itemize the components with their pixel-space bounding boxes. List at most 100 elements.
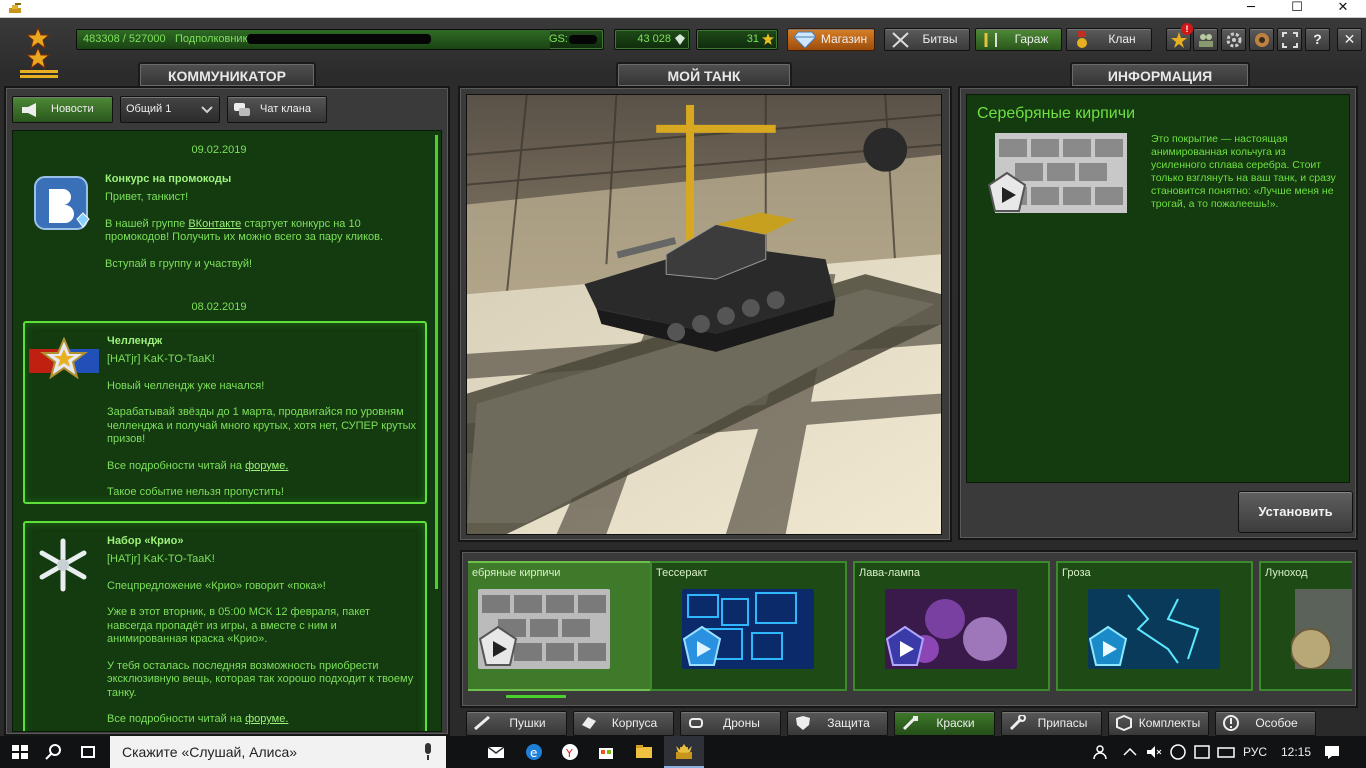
news-date: 09.02.2019 xyxy=(191,144,247,156)
people-icon[interactable] xyxy=(1092,742,1112,762)
category-tab-protection[interactable]: Защита xyxy=(787,711,888,736)
notifications-icon[interactable] xyxy=(1322,742,1342,762)
shop-button[interactable]: Магазин xyxy=(787,28,875,51)
tab-communicator: КОММУНИКАТОР xyxy=(138,62,316,88)
rank-name: Подполковник xyxy=(175,33,248,45)
news-body: [HATjr] KaK-TO-TaaK! Спецпредложение «Кр… xyxy=(107,553,417,727)
garage-tank-view[interactable] xyxy=(466,94,942,535)
channel-select[interactable]: Общий 1 xyxy=(120,96,220,123)
crystal-icon xyxy=(675,34,685,45)
settings-button[interactable] xyxy=(1221,28,1246,51)
news-text: В нашей группе xyxy=(105,217,189,230)
category-tab-kits[interactable]: Комплекты xyxy=(1108,711,1209,736)
clan-chat-button[interactable]: Чат клана xyxy=(227,96,327,123)
challenges-button[interactable]: ! xyxy=(1166,23,1193,51)
garage-button[interactable]: Гараж xyxy=(975,28,1062,51)
category-tab-paints[interactable]: Краски xyxy=(894,711,995,736)
news-author: [HATjr] KaK-TO-TaaK! xyxy=(107,553,215,565)
sound-button[interactable] xyxy=(1249,28,1274,51)
tray-app-icon[interactable] xyxy=(1192,742,1212,762)
news-scrollbar[interactable] xyxy=(435,135,438,589)
news-title: Конкурс на промокоды xyxy=(105,173,232,185)
shop-label: Магазин xyxy=(820,32,868,46)
snowflake-icon xyxy=(39,538,87,592)
news-body: Привет, танкист! В нашей группе ВКонтакт… xyxy=(105,191,419,271)
close-window-button[interactable]: ✕ xyxy=(1320,0,1366,18)
microphone-icon[interactable] xyxy=(422,743,434,761)
keyboard-icon[interactable] xyxy=(1216,742,1236,762)
exit-game-button[interactable]: ✕ xyxy=(1337,28,1362,51)
news-label: Новости xyxy=(51,103,94,115)
forum-link[interactable]: форуме. xyxy=(245,460,288,472)
thunderstorm-thumbnail xyxy=(1088,589,1220,669)
install-button[interactable]: Установить xyxy=(1238,491,1353,533)
vk-link[interactable]: ВКонтакте xyxy=(188,218,241,230)
item-thunderstorm[interactable]: Гроза xyxy=(1056,561,1253,691)
maximize-button[interactable]: ☐ xyxy=(1274,0,1320,18)
battles-button[interactable]: Битвы xyxy=(884,28,970,51)
yandex-browser-icon[interactable]: Y xyxy=(560,742,580,762)
category-tab-drones[interactable]: Дроны xyxy=(680,711,781,736)
paint-items-list[interactable]: ебряные кирпичи Тессеракт Лава-лампа Гро… xyxy=(468,561,1352,705)
taskbar-tanki-app[interactable] xyxy=(664,736,704,768)
category-label: Корпуса xyxy=(611,716,658,730)
news-item-promocodes: Конкурс на промокоды Привет, танкист! В … xyxy=(23,161,427,296)
notification-badge: ! xyxy=(1181,23,1193,35)
crossed-swords-icon xyxy=(892,32,909,48)
category-tab-guns[interactable]: Пушки xyxy=(466,711,567,736)
hull-icon xyxy=(582,717,596,729)
store-icon[interactable] xyxy=(596,742,616,762)
windows-start-icon[interactable] xyxy=(10,742,30,762)
news-button[interactable]: Новости xyxy=(12,96,113,123)
item-silver-bricks[interactable]: ебряные кирпичи xyxy=(468,561,663,691)
item-lava-lamp[interactable]: Лава-лампа xyxy=(853,561,1050,691)
forum-link[interactable]: форуме. xyxy=(245,713,288,725)
wrench-icon xyxy=(984,33,997,47)
network-icon[interactable] xyxy=(1168,742,1188,762)
paint-brush-icon xyxy=(902,716,918,731)
chevron-up-icon[interactable] xyxy=(1120,742,1140,762)
stars-value: 31 xyxy=(746,33,759,45)
mail-icon[interactable] xyxy=(486,742,506,762)
input-language[interactable]: РУС xyxy=(1243,736,1267,768)
box-icon xyxy=(1116,715,1132,731)
silver-bricks-thumbnail xyxy=(478,589,610,669)
battles-label: Битвы xyxy=(922,32,958,46)
item-name: Тессеракт xyxy=(656,567,708,579)
item-tesseract[interactable]: Тессеракт xyxy=(650,561,847,691)
news-item-challenge: Челлендж [HATjr] KaK-TO-TaaK! Новый челл… xyxy=(23,321,427,504)
garage-label: Гараж xyxy=(1014,32,1049,46)
category-label: Особое xyxy=(1255,716,1298,730)
crystals-value: 43 028 xyxy=(637,33,671,45)
friends-button[interactable] xyxy=(1193,28,1218,51)
search-icon[interactable] xyxy=(44,742,64,762)
svg-text:Y: Y xyxy=(565,747,573,760)
news-list[interactable]: 09.02.2019 Конкурс на промокоды Привет, … xyxy=(12,130,442,732)
minimize-button[interactable]: ─ xyxy=(1228,0,1274,18)
file-explorer-icon[interactable] xyxy=(634,742,654,762)
exclamation-icon xyxy=(1223,715,1239,731)
category-tab-hulls[interactable]: Корпуса xyxy=(573,711,674,736)
news-paragraph: Зарабатывай звёзды до 1 марта, продвигай… xyxy=(107,406,417,445)
alice-search-box[interactable]: Скажите «Слушай, Алиса» xyxy=(110,736,446,768)
category-tab-supplies[interactable]: Припасы xyxy=(1001,711,1102,736)
category-tab-special[interactable]: Особое xyxy=(1215,711,1316,736)
fullscreen-button[interactable] xyxy=(1277,28,1302,51)
volume-muted-icon[interactable] xyxy=(1144,742,1164,762)
clan-button[interactable]: Клан xyxy=(1066,28,1152,51)
category-label: Комплекты xyxy=(1138,716,1201,730)
category-label: Пушки xyxy=(509,716,546,730)
items-scrollbar[interactable] xyxy=(506,695,566,698)
svg-text:e: e xyxy=(530,746,537,760)
task-view-icon[interactable] xyxy=(78,742,98,762)
game-area: 483308 / 527000 Подполковник GS: 43 028 … xyxy=(0,18,1366,736)
redacted-nickname xyxy=(247,34,431,44)
redacted-gs-value xyxy=(569,35,597,44)
item-lunokhod[interactable]: Луноход xyxy=(1259,561,1352,691)
lunokhod-thumbnail xyxy=(1291,589,1352,669)
news-text: Все подробности читай на xyxy=(107,713,246,725)
help-button[interactable]: ? xyxy=(1305,28,1330,51)
category-label: Защита xyxy=(827,716,870,730)
clock-time[interactable]: 12:15 xyxy=(1281,736,1311,768)
edge-browser-icon[interactable]: e xyxy=(524,742,544,762)
